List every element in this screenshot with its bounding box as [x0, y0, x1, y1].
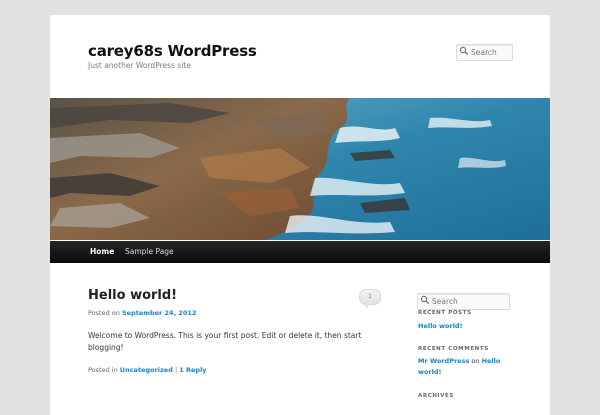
comment-author-link[interactable]: Mr WordPress — [418, 357, 469, 365]
post-title[interactable]: Hello world! — [88, 288, 177, 303]
site-title[interactable]: carey68s WordPress — [88, 42, 257, 60]
main-navigation: Home Sample Page — [50, 241, 550, 263]
sidebar-search-input[interactable] — [432, 294, 507, 309]
recent-post-link[interactable]: Hello world! — [418, 322, 463, 330]
category-link[interactable]: Uncategorized — [120, 366, 173, 374]
post-date-line: Posted on September 24, 2012 — [88, 309, 196, 317]
nav-item-home[interactable]: Home — [90, 241, 114, 263]
posted-on-label: Posted on — [88, 309, 120, 317]
comment-on-text: on — [471, 357, 480, 365]
search-icon — [459, 46, 469, 56]
nav-item-sample-page[interactable]: Sample Page — [125, 241, 174, 263]
site-description: Just another WordPress site — [88, 61, 191, 70]
header-search-input[interactable] — [471, 45, 511, 60]
recent-posts-title: RECENT POSTS — [418, 310, 472, 316]
post-content: Welcome to WordPress. This is your first… — [88, 331, 362, 352]
comments-count-bubble[interactable]: 1 — [359, 289, 381, 309]
posted-in-label: Posted in — [88, 366, 118, 374]
recent-comment-item: Mr WordPress on Hello world! — [418, 356, 508, 378]
meta-separator: | — [174, 366, 178, 374]
post-date-link[interactable]: September 24, 2012 — [122, 309, 196, 317]
archives-title: ARCHIVES — [418, 393, 454, 399]
post-footer-meta: Posted in Uncategorized | 1 Reply — [88, 366, 207, 374]
recent-comments-title: RECENT COMMENTS — [418, 346, 489, 352]
recent-posts-list: Hello world! — [418, 321, 463, 332]
reply-link[interactable]: 1 Reply — [179, 366, 206, 374]
comments-count: 1 — [368, 293, 372, 300]
sidebar-search[interactable] — [417, 293, 510, 310]
header-search[interactable] — [456, 44, 513, 61]
header-image — [50, 98, 550, 240]
page: carey68s WordPress Just another WordPres… — [50, 15, 550, 415]
bubble-tail — [364, 304, 370, 309]
search-icon — [420, 295, 430, 305]
